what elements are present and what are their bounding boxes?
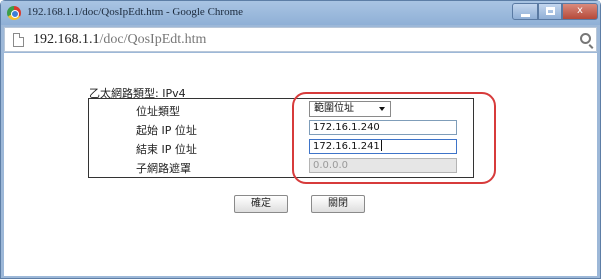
red-highlight-annotation xyxy=(292,92,496,184)
page-icon xyxy=(13,33,24,47)
zoom-icon[interactable] xyxy=(580,33,591,44)
close-dialog-button[interactable]: 關閉 xyxy=(311,195,365,213)
minimize-button[interactable] xyxy=(512,3,538,20)
title-bar[interactable]: 192.168.1.1/doc/QosIpEdt.htm - Google Ch… xyxy=(1,1,600,25)
address-bar[interactable]: 192.168.1.1/doc/QosIpEdt.htm xyxy=(4,27,597,52)
close-button[interactable]: x xyxy=(562,3,598,20)
browser-window: 192.168.1.1/doc/QosIpEdt.htm - Google Ch… xyxy=(0,0,601,279)
window-title: 192.168.1.1/doc/QosIpEdt.htm - Google Ch… xyxy=(27,6,244,18)
page-content: 乙太網路類型: IPv4 位址類型 範圍位址 起始 IP 位址 172.16.1… xyxy=(4,53,597,276)
maximize-button[interactable] xyxy=(538,3,562,20)
subnet-mask-label: 子網路遮罩 xyxy=(136,162,191,175)
url-path: /doc/QosIpEdt.htm xyxy=(99,32,207,47)
close-icon: x xyxy=(577,5,583,16)
end-ip-label: 結束 IP 位址 xyxy=(136,143,197,156)
chrome-logo-icon xyxy=(7,6,21,20)
url-text[interactable]: 192.168.1.1/doc/QosIpEdt.htm xyxy=(33,32,206,48)
maximize-icon xyxy=(546,7,555,15)
address-type-label: 位址類型 xyxy=(136,105,180,118)
ok-button[interactable]: 確定 xyxy=(234,195,288,213)
url-host: 192.168.1.1 xyxy=(33,32,100,47)
minimize-icon xyxy=(521,14,530,17)
start-ip-label: 起始 IP 位址 xyxy=(136,124,197,137)
